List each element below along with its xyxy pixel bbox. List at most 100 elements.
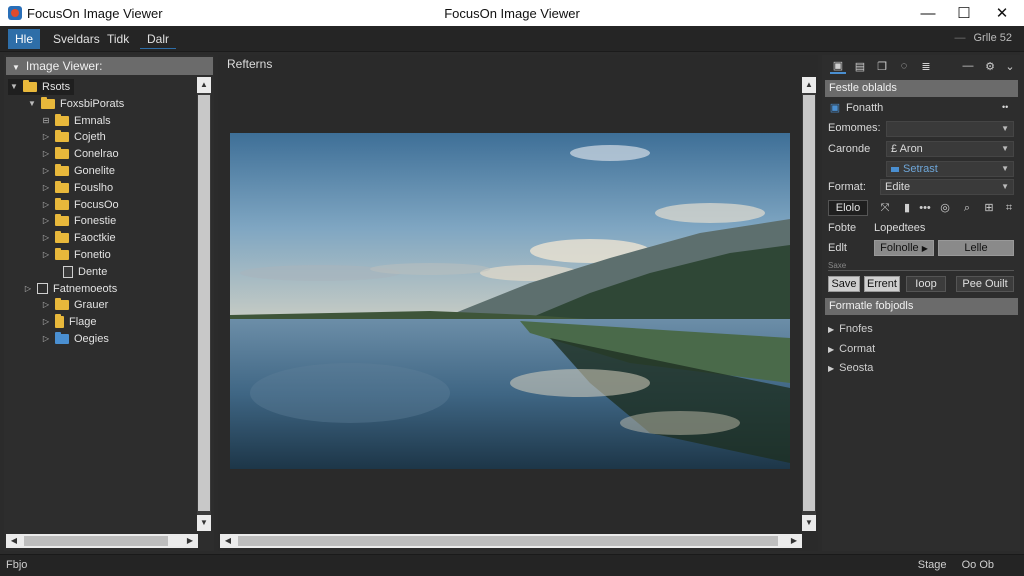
- view-vertical-scrollbar[interactable]: ▲ ▼: [802, 77, 816, 531]
- scroll-thumb[interactable]: [803, 95, 815, 511]
- scroll-right-icon[interactable]: ▶: [786, 534, 802, 548]
- expand-toggle-icon[interactable]: ▷: [40, 247, 52, 263]
- sub-select[interactable]: Setrast ▼: [886, 161, 1014, 177]
- scroll-thumb[interactable]: [198, 95, 210, 511]
- file-tree-panel: ▼ Image Viewer: ▼ Rsots ▼ FoxsbiPorats ⊟ Emnal…: [4, 55, 214, 551]
- tree-item[interactable]: ▷ Cojeth: [40, 129, 106, 145]
- tree-item[interactable]: ▼ Rsots: [8, 79, 75, 95]
- more-icon[interactable]: ••: [1002, 102, 1008, 112]
- save-button[interactable]: Save: [828, 276, 860, 292]
- menu-tools[interactable]: Tidk: [100, 29, 136, 49]
- zoom-icon[interactable]: ⌕: [960, 201, 974, 215]
- expand-icon[interactable]: ⤧: [878, 201, 892, 215]
- menu-view[interactable]: Sveldars: [46, 29, 107, 49]
- properties-panel: ▣ ▤ ❐ ◌ ≣ — ⚙ ⌄ Festle oblalds ▣ Fonatth…: [822, 55, 1020, 551]
- tree-item[interactable]: ▷ Faoctkie: [40, 230, 116, 246]
- tree-item[interactable]: ▷ Fouslho: [40, 180, 113, 196]
- dots-icon[interactable]: •••: [914, 201, 936, 215]
- expand-toggle-icon[interactable]: ▼: [8, 79, 20, 95]
- tree-item[interactable]: ▷ Grauer: [40, 297, 108, 313]
- menu-file[interactable]: Hle: [8, 29, 41, 49]
- expand-toggle-icon[interactable]: ▷: [40, 197, 52, 213]
- tree-item[interactable]: ▷ Conelrao: [40, 146, 119, 162]
- layers-icon[interactable]: ▤: [852, 58, 868, 74]
- expand-toggle-icon[interactable]: ▷: [22, 281, 34, 297]
- expand-toggle-icon[interactable]: ▷: [40, 314, 52, 330]
- expand-toggle-icon[interactable]: ▷: [40, 180, 52, 196]
- tree-item[interactable]: ▷ Fonetio: [40, 247, 111, 263]
- tree-horizontal-scrollbar[interactable]: ◀ ▶: [6, 534, 198, 548]
- collapsible-item-2[interactable]: ▶ Cormat: [828, 343, 875, 355]
- peceult-button[interactable]: Pee Ouilt: [956, 276, 1014, 292]
- bar-icon[interactable]: ▮: [900, 201, 914, 215]
- tree-item[interactable]: ▷ Fonestie: [40, 213, 116, 229]
- expand-toggle-icon[interactable]: ▷: [40, 129, 52, 145]
- expand-toggle-icon[interactable]: ▷: [40, 146, 52, 162]
- expand-toggle-icon[interactable]: ▷: [40, 331, 52, 347]
- caronde-select[interactable]: £ Aron ▼: [886, 141, 1014, 157]
- settings-icon[interactable]: ⚙: [982, 58, 998, 74]
- expand-toggle-icon[interactable]: ▷: [40, 297, 52, 313]
- tree-item[interactable]: ▷ FocusOo: [40, 197, 119, 213]
- loop-button[interactable]: Ioop: [906, 276, 946, 292]
- crop-icon[interactable]: ⌗: [1002, 201, 1016, 215]
- scroll-down-icon[interactable]: ▼: [197, 515, 211, 531]
- divider: [828, 270, 1014, 271]
- minimize-panel-icon[interactable]: —: [960, 58, 976, 74]
- view-horizontal-scrollbar[interactable]: ◀ ▶: [220, 534, 802, 548]
- tree-item[interactable]: ▷ Fatnemoeots: [22, 281, 117, 297]
- chevron-down-icon[interactable]: ⌄: [1002, 58, 1018, 74]
- collapsible-item-3[interactable]: ▶ Seosta: [828, 362, 873, 374]
- minimize-button[interactable]: —: [908, 0, 948, 26]
- landscape-image: [230, 133, 790, 469]
- expand-toggle-icon[interactable]: ▷: [40, 213, 52, 229]
- tree-item[interactable]: ▼ FoxsbiPorats: [26, 96, 124, 112]
- menu-help[interactable]: Dalr: [140, 29, 177, 49]
- chevron-down-icon: ▼: [1001, 182, 1009, 191]
- play-icon: ▶: [921, 244, 928, 253]
- status-right-2: Oo Ob: [961, 559, 994, 571]
- section-header[interactable]: Festle oblalds: [825, 80, 1018, 97]
- image-tab-icon[interactable]: ▣: [830, 58, 846, 74]
- copy-icon[interactable]: ❐: [874, 58, 890, 74]
- maximize-button[interactable]: ☐: [944, 0, 984, 26]
- format-select[interactable]: Edite ▼: [880, 179, 1014, 195]
- scroll-thumb[interactable]: [24, 536, 168, 546]
- chevron-right-icon: ▶: [828, 325, 835, 334]
- tree-item[interactable]: ▷ Oegies: [40, 331, 109, 347]
- tree-item[interactable]: ⊟ Emnals: [40, 113, 111, 129]
- edit-value-button[interactable]: Folnolle ▶: [874, 240, 934, 256]
- errent-button[interactable]: Errent: [864, 276, 900, 292]
- scroll-left-icon[interactable]: ◀: [6, 534, 22, 548]
- small-caption: Saxe: [828, 261, 847, 270]
- landscape-photo[interactable]: [230, 133, 790, 469]
- stack-icon[interactable]: ≣: [918, 58, 934, 74]
- sync-icon[interactable]: ◌: [896, 58, 912, 74]
- tree-item[interactable]: Dente: [46, 264, 107, 280]
- slider-button[interactable]: Elolo: [828, 200, 868, 216]
- comomes-select[interactable]: ▼: [886, 121, 1014, 137]
- expand-toggle-icon[interactable]: ▼: [26, 96, 38, 112]
- tree-item[interactable]: ▷ Gonelite: [40, 163, 115, 179]
- section-header[interactable]: Formatle fobjodls: [825, 298, 1018, 315]
- tree-vertical-scrollbar[interactable]: ▲ ▼: [197, 77, 211, 531]
- folder-icon: [55, 197, 69, 210]
- target-icon[interactable]: ◎: [938, 201, 952, 215]
- grid-icon[interactable]: ⊞: [982, 201, 996, 215]
- scroll-thumb[interactable]: [238, 536, 778, 546]
- scroll-right-icon[interactable]: ▶: [182, 534, 198, 548]
- close-button[interactable]: ✕: [982, 0, 1022, 26]
- expand-toggle-icon[interactable]: ▷: [40, 230, 52, 246]
- tree-item[interactable]: ▷ Flage: [40, 314, 97, 330]
- tree-item-label: Emnals: [74, 114, 111, 127]
- panel-header[interactable]: ▼ Image Viewer:: [6, 57, 213, 75]
- collapsible-item-1[interactable]: ▶ Fnofes: [828, 323, 873, 335]
- scroll-up-icon[interactable]: ▲: [802, 77, 816, 93]
- expand-toggle-icon[interactable]: ⊟: [40, 113, 52, 129]
- expand-toggle-icon[interactable]: ▷: [40, 163, 52, 179]
- tree-item-label: Grauer: [74, 299, 109, 312]
- scroll-left-icon[interactable]: ◀: [220, 534, 236, 548]
- scroll-down-icon[interactable]: ▼: [802, 515, 816, 531]
- edit-second-button[interactable]: Lelle: [938, 240, 1014, 256]
- scroll-up-icon[interactable]: ▲: [197, 77, 211, 93]
